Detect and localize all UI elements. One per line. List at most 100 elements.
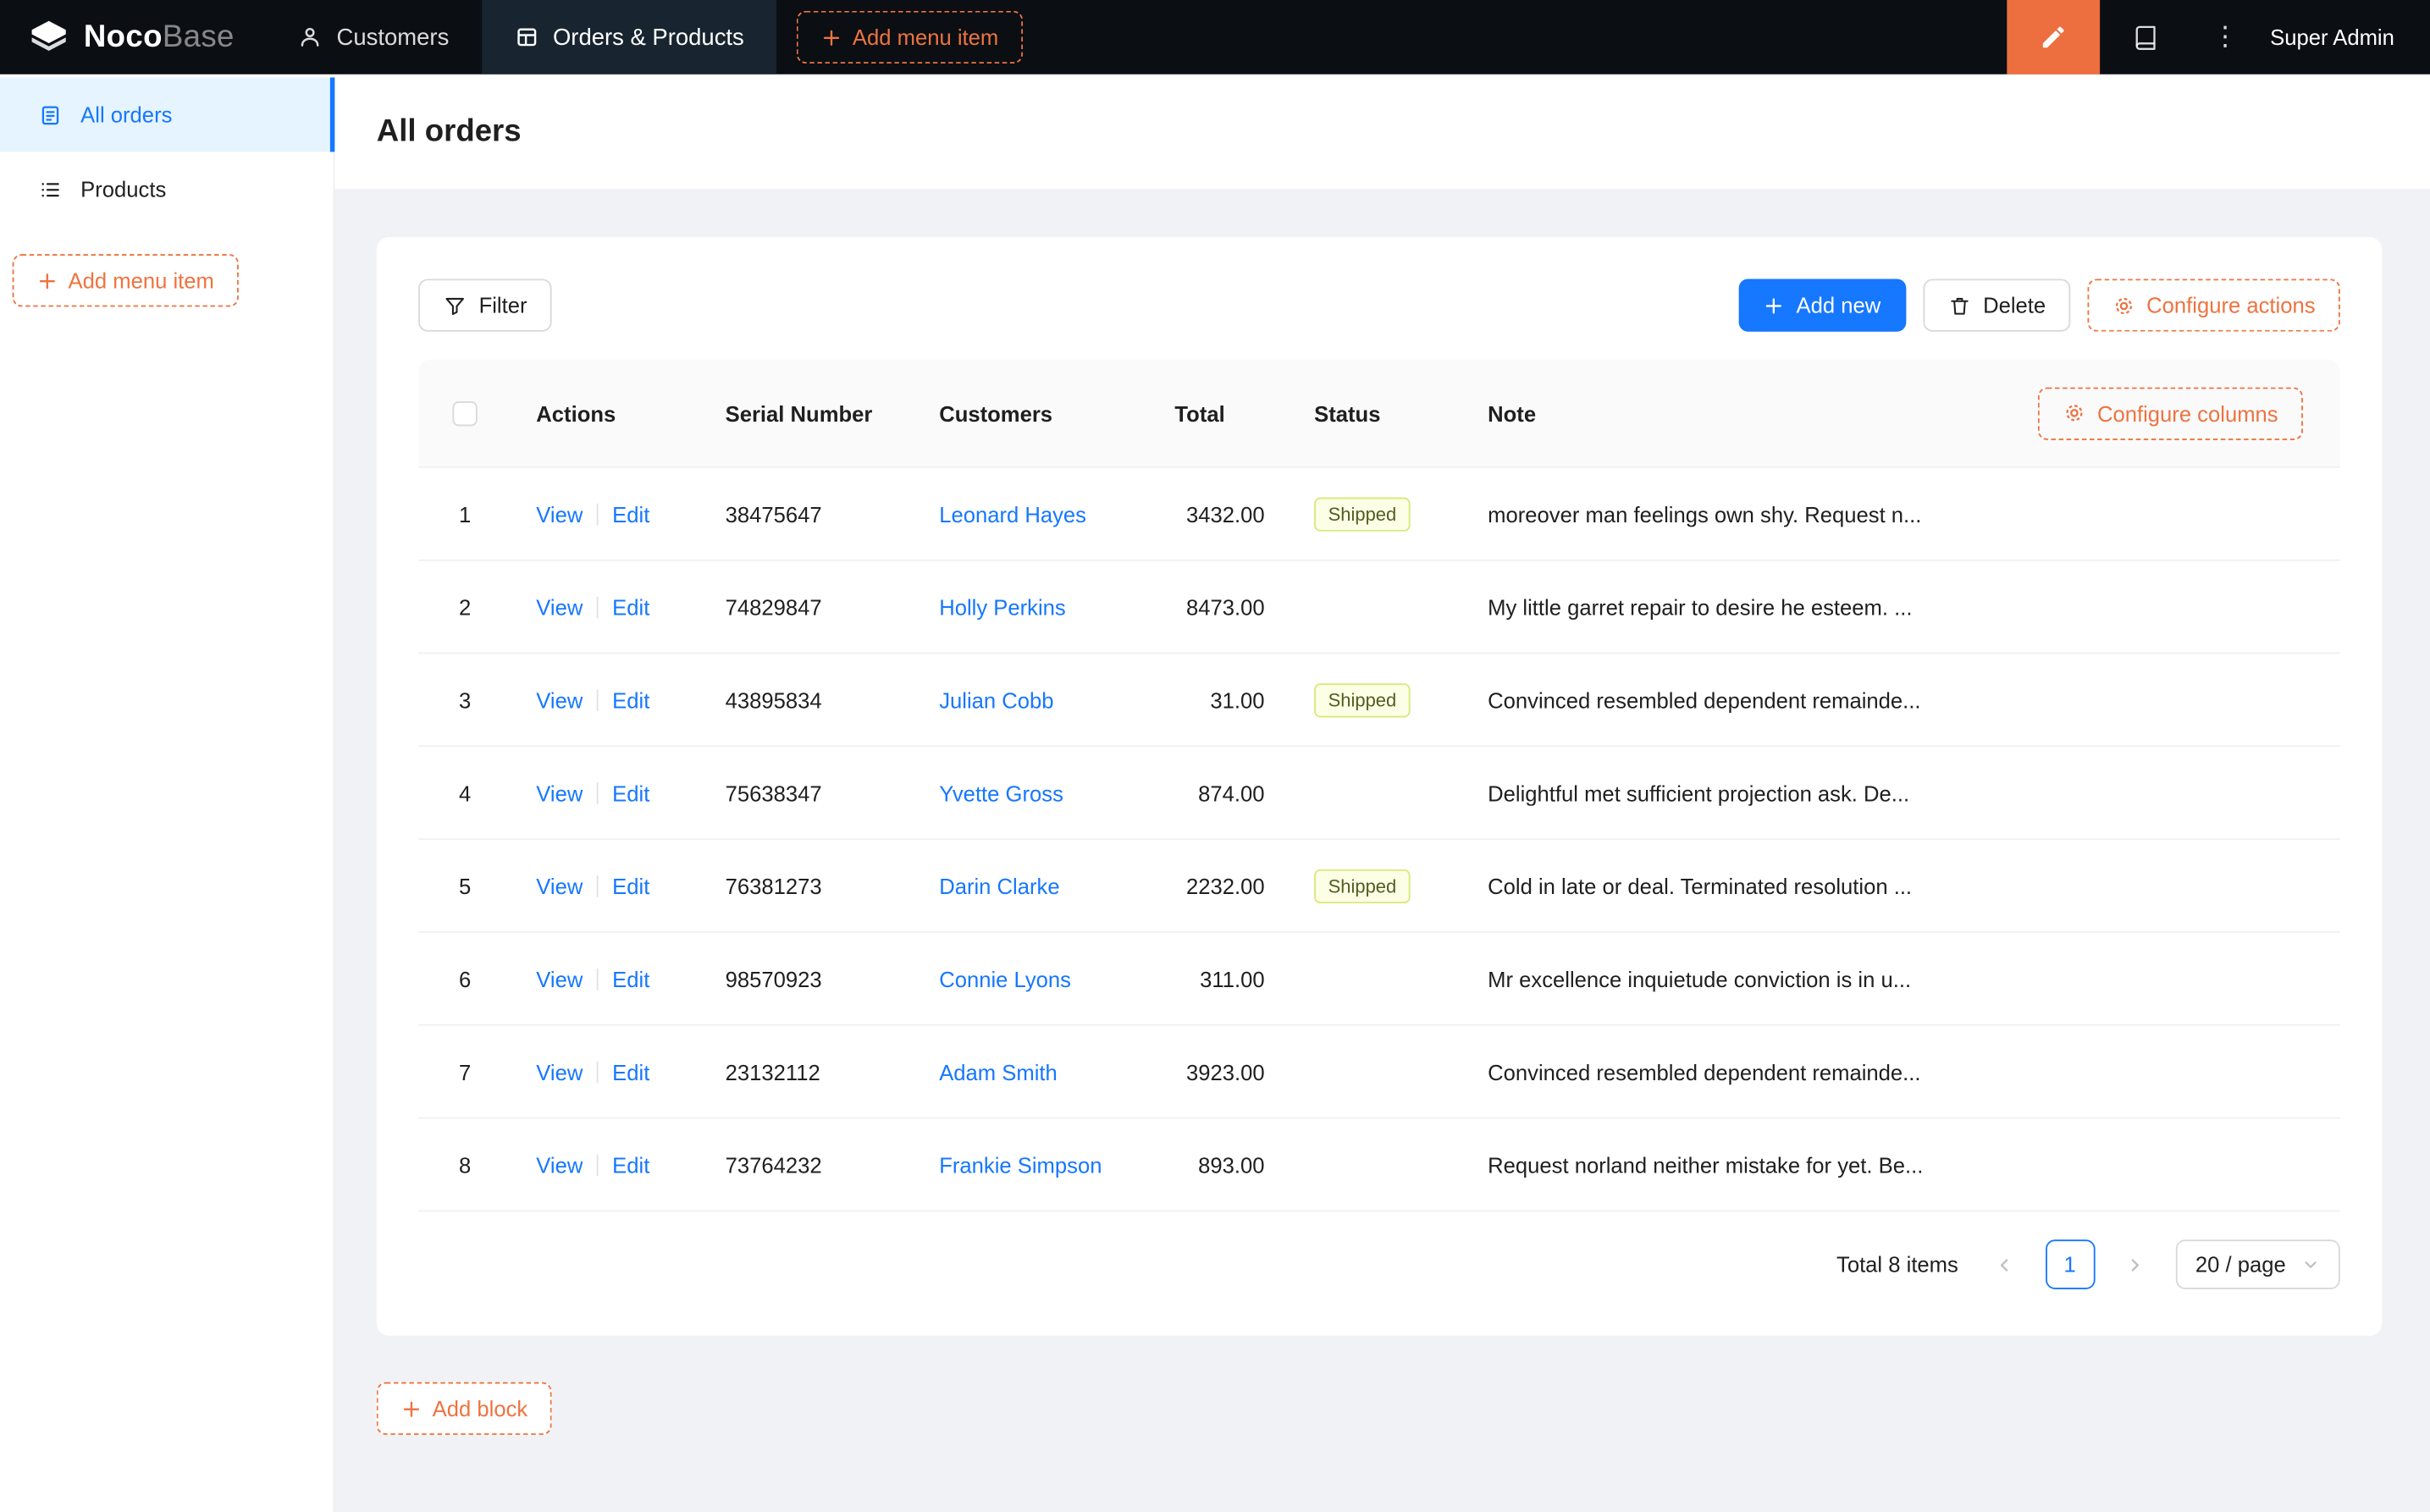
edit-link[interactable]: Edit bbox=[612, 1059, 649, 1084]
shell: All orders Products Add menu item All or… bbox=[0, 74, 2430, 1512]
table-row: 6 ViewEdit 98570923 Connie Lyons 311.00 … bbox=[418, 933, 2340, 1026]
plus-icon bbox=[821, 27, 842, 47]
sidebar-item-label: Products bbox=[80, 177, 166, 201]
total-cell: 893.00 bbox=[1150, 1152, 1290, 1177]
configure-columns-button[interactable]: Configure columns bbox=[2038, 387, 2303, 439]
table-row: 7 View Edit 23132112 Adam Smith 3923.00 C… bbox=[418, 1026, 2340, 1119]
delete-label: Delete bbox=[1983, 293, 2046, 317]
prev-page-button[interactable] bbox=[1980, 1239, 2030, 1289]
view-link[interactable]: View bbox=[536, 1059, 583, 1084]
total-cell: 8473.00 bbox=[1150, 594, 1290, 619]
customer-link[interactable]: Frankie Simpson bbox=[939, 1152, 1102, 1177]
row-index: 7 bbox=[459, 1059, 471, 1084]
view-link[interactable]: View bbox=[536, 594, 583, 619]
view-link[interactable]: View bbox=[536, 501, 583, 526]
edit-link[interactable]: Edit bbox=[612, 1152, 649, 1177]
document-icon bbox=[39, 103, 62, 126]
view-link[interactable]: View bbox=[536, 1152, 583, 1177]
edit-link[interactable]: Edit bbox=[612, 781, 649, 805]
note-cell: Delightful met sufficient projection ask… bbox=[1463, 781, 2340, 805]
pagination: Total 8 items 1 20 / page bbox=[418, 1239, 2340, 1289]
book-icon bbox=[2133, 24, 2159, 50]
add-block-button[interactable]: Add block bbox=[377, 1382, 553, 1435]
total-cell: 3432.00 bbox=[1150, 501, 1290, 526]
total-cell: 3923.00 bbox=[1150, 1059, 1290, 1084]
nav-item-customers[interactable]: Customers bbox=[265, 0, 481, 74]
view-link[interactable]: View bbox=[536, 687, 583, 712]
view-link[interactable]: View bbox=[536, 781, 583, 805]
customer-link[interactable]: Adam Smith bbox=[939, 1059, 1058, 1084]
customer-link[interactable]: Leonard Hayes bbox=[939, 501, 1086, 526]
edit-link[interactable]: Edit bbox=[612, 501, 649, 526]
action-divider bbox=[597, 781, 599, 803]
sidebar-item-all-orders[interactable]: All orders bbox=[0, 78, 334, 152]
chevron-right-icon bbox=[2125, 1255, 2146, 1275]
orders-table-card: Filter Add new Delete bbox=[377, 237, 2382, 1336]
table-row: 8 ViewEdit 73764232 Frankie Simpson 893.… bbox=[418, 1119, 2340, 1212]
sidebar-item-products[interactable]: Products bbox=[0, 152, 334, 226]
user-menu[interactable]: Super Admin bbox=[2258, 25, 2430, 49]
page-size-select[interactable]: 20 / page bbox=[2175, 1239, 2340, 1289]
nav-item-orders-products[interactable]: Orders & Products bbox=[482, 0, 776, 74]
content-area: Filter Add new Delete bbox=[334, 189, 2430, 1512]
top-navbar: NocoBase Customers Orders & Products Add… bbox=[0, 0, 2430, 74]
note-cell: My little garret repair to desire he est… bbox=[1463, 594, 2340, 619]
configure-columns-label: Configure columns bbox=[2097, 400, 2278, 425]
customer-link[interactable]: Connie Lyons bbox=[939, 966, 1071, 991]
row-index: 4 bbox=[459, 781, 471, 805]
row-index: 8 bbox=[459, 1152, 471, 1177]
customer-link[interactable]: Darin Clarke bbox=[939, 873, 1059, 897]
add-new-label: Add new bbox=[1797, 293, 1881, 317]
configure-actions-button[interactable]: Configure actions bbox=[2088, 279, 2340, 331]
page-size-value: 20 / page bbox=[2195, 1252, 2286, 1277]
table-body: 1 ViewEdit 38475647 Leonard Hayes 3432.0… bbox=[418, 468, 2340, 1212]
docs-button[interactable] bbox=[2100, 0, 2193, 74]
next-page-button[interactable] bbox=[2110, 1239, 2160, 1289]
customers-icon bbox=[298, 25, 323, 49]
note-cell: Mr excellence inquietude conviction is i… bbox=[1463, 966, 2340, 991]
total-cell: 2232.00 bbox=[1150, 873, 1290, 897]
total-cell: 311.00 bbox=[1150, 966, 1290, 991]
action-divider bbox=[597, 1154, 599, 1176]
list-icon bbox=[39, 178, 62, 201]
page-title: All orders bbox=[377, 114, 522, 150]
filter-button[interactable]: Filter bbox=[418, 279, 552, 331]
more-menu-button[interactable]: ⋮ bbox=[2193, 22, 2258, 53]
app-root: NocoBase Customers Orders & Products Add… bbox=[0, 0, 2430, 1512]
page-1-button[interactable]: 1 bbox=[2045, 1239, 2095, 1289]
add-block-label: Add block bbox=[433, 1396, 528, 1421]
column-header-actions: Actions bbox=[511, 400, 700, 425]
serial-number-cell: 23132112 bbox=[700, 1059, 914, 1084]
add-new-button[interactable]: Add new bbox=[1739, 279, 1906, 331]
add-menu-item-button-sidebar[interactable]: Add menu item bbox=[13, 254, 240, 306]
note-cell: Convinced resembled dependent remainde..… bbox=[1463, 1059, 2340, 1084]
row-index: 6 bbox=[459, 966, 471, 991]
table-header: Actions Serial Number Customers Total St… bbox=[418, 360, 2340, 468]
edit-link[interactable]: Edit bbox=[612, 873, 649, 897]
toolbar-right: Add new Delete bbox=[1739, 279, 2340, 331]
view-link[interactable]: View bbox=[536, 966, 583, 991]
table-row: 1 ViewEdit 38475647 Leonard Hayes 3432.0… bbox=[418, 468, 2340, 561]
add-menu-item-button-navbar[interactable]: Add menu item bbox=[797, 11, 1024, 63]
edit-link[interactable]: Edit bbox=[612, 687, 649, 712]
customer-link[interactable]: Julian Cobb bbox=[939, 687, 1053, 712]
customer-link[interactable]: Holly Perkins bbox=[939, 594, 1066, 619]
select-all-checkbox[interactable] bbox=[452, 400, 477, 425]
plus-icon bbox=[401, 1399, 422, 1419]
plus-icon bbox=[37, 270, 58, 290]
view-link[interactable]: View bbox=[536, 873, 583, 897]
configure-actions-label: Configure actions bbox=[2146, 293, 2315, 317]
edit-link[interactable]: Edit bbox=[612, 966, 649, 991]
row-index: 5 bbox=[459, 873, 471, 897]
table-row: 5 ViewEdit 76381273 Darin Clarke 2232.00… bbox=[418, 840, 2340, 933]
status-badge: Shipped bbox=[1314, 869, 1411, 902]
ui-editor-button[interactable] bbox=[2007, 0, 2100, 74]
pen-icon bbox=[2039, 23, 2067, 51]
delete-button[interactable]: Delete bbox=[1923, 279, 2071, 331]
action-divider bbox=[597, 1061, 599, 1083]
logo[interactable]: NocoBase bbox=[0, 0, 265, 74]
customer-link[interactable]: Yvette Gross bbox=[939, 781, 1063, 805]
edit-link[interactable]: Edit bbox=[612, 594, 649, 619]
nocobase-logo-icon bbox=[28, 16, 69, 58]
table-row: 3 ViewEdit 43895834 Julian Cobb 31.00 Sh… bbox=[418, 654, 2340, 747]
